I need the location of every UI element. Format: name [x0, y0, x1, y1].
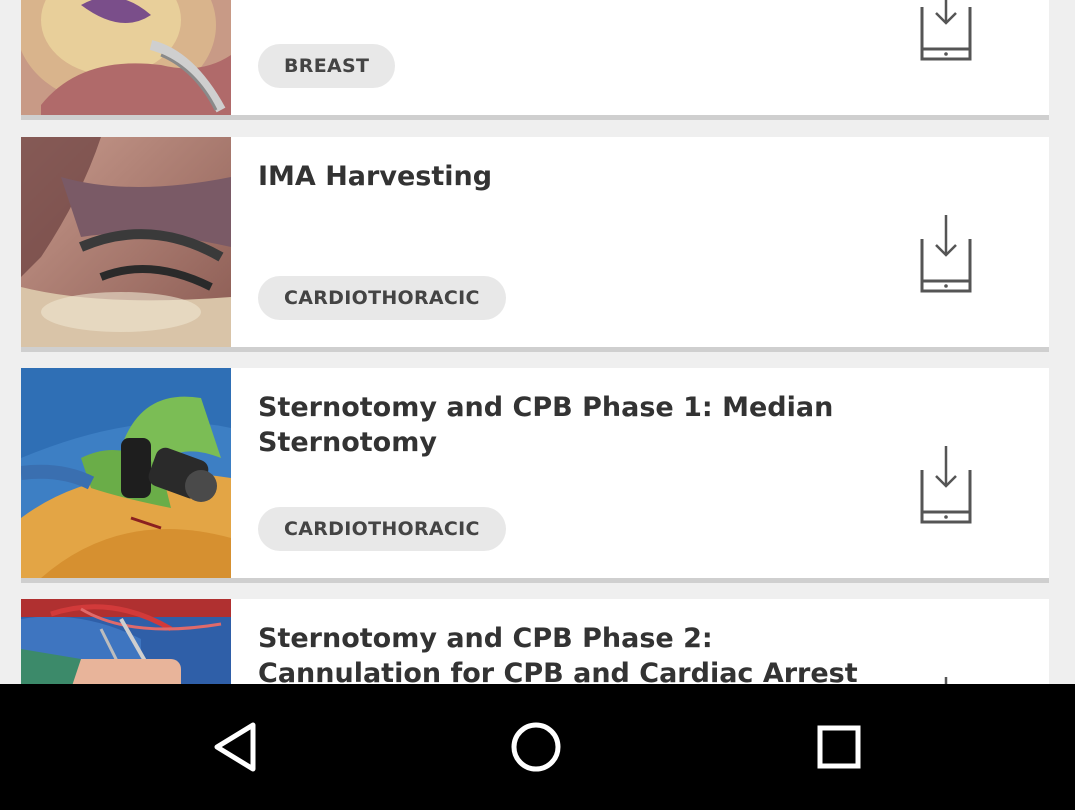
procedure-list[interactable]: BREAST IMA Harvesting CARDIOTHORACIC Ste…	[0, 0, 1075, 684]
system-navigation-bar	[0, 684, 1075, 810]
procedure-thumbnail	[21, 368, 231, 578]
home-circle-icon[interactable]	[506, 717, 566, 777]
back-triangle-icon[interactable]	[205, 717, 265, 777]
procedure-card-breast[interactable]: BREAST	[21, 0, 1049, 120]
download-to-device-icon[interactable]	[920, 215, 972, 293]
recents-square-icon[interactable]	[809, 717, 869, 777]
procedure-card-sternotomy-phase-1[interactable]: Sternotomy and CPB Phase 1: Median Stern…	[21, 368, 1049, 583]
download-to-device-icon[interactable]	[920, 446, 972, 524]
app-screen: BREAST IMA Harvesting CARDIOTHORACIC Ste…	[0, 0, 1075, 810]
procedure-title: Sternotomy and CPB Phase 1: Median Stern…	[258, 392, 834, 458]
specialty-tag[interactable]: CARDIOTHORACIC	[258, 276, 506, 320]
procedure-thumbnail	[21, 599, 231, 684]
procedure-thumbnail	[21, 0, 231, 115]
procedure-card-sternotomy-phase-2[interactable]: Sternotomy and CPB Phase 2: Cannulation …	[21, 599, 1049, 684]
download-to-device-icon[interactable]	[920, 0, 972, 61]
procedure-thumbnail	[21, 137, 231, 347]
specialty-tag[interactable]: CARDIOTHORACIC	[258, 507, 506, 551]
download-to-device-icon[interactable]	[920, 677, 972, 684]
procedure-title: Sternotomy and CPB Phase 2: Cannulation …	[258, 623, 858, 684]
specialty-tag[interactable]: BREAST	[258, 44, 396, 88]
procedure-title: IMA Harvesting	[258, 161, 493, 192]
procedure-card-ima-harvesting[interactable]: IMA Harvesting CARDIOTHORACIC	[21, 137, 1049, 352]
